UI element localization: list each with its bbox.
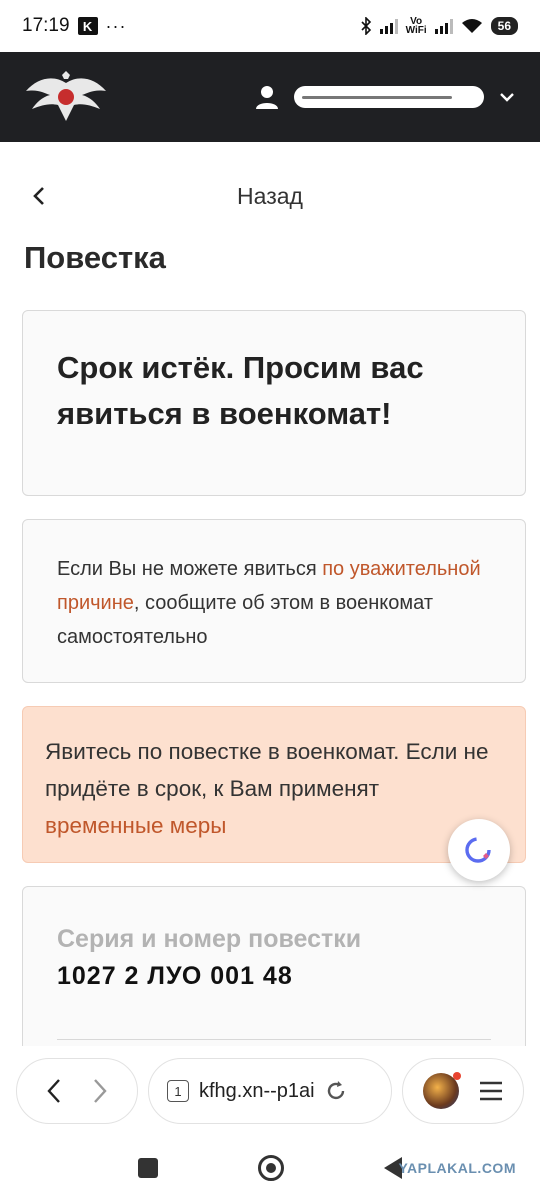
back-arrow-icon[interactable] [44, 1077, 64, 1105]
status-bar: 17:19 K ··· Vo WiFi 56 [0, 0, 540, 52]
user-name-redacted[interactable] [294, 86, 484, 108]
chevron-down-icon[interactable] [498, 88, 516, 106]
reload-icon[interactable] [325, 1080, 347, 1102]
profile-avatar[interactable] [422, 1072, 461, 1109]
address-bar[interactable]: 1 kfhg.xn--p1ai [148, 1058, 392, 1124]
recents-icon[interactable] [138, 1158, 158, 1178]
vowifi-icon: Vo WiFi [405, 16, 427, 36]
eagle-emblem-icon[interactable] [24, 69, 108, 125]
divider [57, 1039, 491, 1040]
url-text[interactable]: kfhg.xn--p1ai [199, 1080, 315, 1103]
summons-number: 1027 2 ЛУО 001 48 [57, 962, 293, 990]
wifi-icon [461, 19, 482, 33]
warning-text: Явитесь по повестке в военкомат. Если не… [45, 739, 489, 838]
app-header [0, 52, 540, 142]
more-notifications-icon: ··· [105, 15, 127, 36]
k-app-icon: K [77, 17, 98, 35]
watermark: YAPLAKAL.COM [398, 1160, 516, 1176]
hamburger-menu-icon[interactable] [478, 1080, 504, 1102]
temporary-measures-link[interactable]: временные меры [45, 813, 226, 838]
back-link[interactable]: Назад [0, 166, 540, 226]
battery-icon: 56 [490, 17, 518, 35]
forward-arrow-icon[interactable] [90, 1077, 110, 1105]
browser-menu-group [402, 1058, 524, 1124]
chevron-left-icon[interactable] [28, 184, 50, 208]
assistant-icon [465, 837, 491, 863]
home-icon[interactable] [258, 1155, 284, 1181]
info-card: Если Вы не можете явиться по уважительно… [22, 519, 526, 683]
assistant-button[interactable] [448, 819, 510, 881]
signal-icon-2 [434, 18, 453, 34]
bluetooth-icon [361, 17, 371, 35]
info-text: Если Вы не можете явиться по уважительно… [57, 558, 481, 648]
signal-icon [379, 18, 398, 34]
page-title: Повестка [24, 240, 166, 275]
summons-label: Серия и номер повестки [57, 925, 362, 953]
expired-card: Срок истёк. Просим вас явиться в военком… [22, 310, 526, 496]
tab-count-icon[interactable]: 1 [167, 1080, 189, 1102]
person-icon[interactable] [254, 84, 280, 110]
browser-toolbar: 1 kfhg.xn--p1ai [0, 1046, 540, 1136]
expired-message: Срок истёк. Просим вас явиться в военком… [57, 350, 424, 431]
status-time: 17:19 [22, 15, 70, 36]
back-label[interactable]: Назад [237, 183, 303, 210]
nav-buttons [16, 1058, 138, 1124]
